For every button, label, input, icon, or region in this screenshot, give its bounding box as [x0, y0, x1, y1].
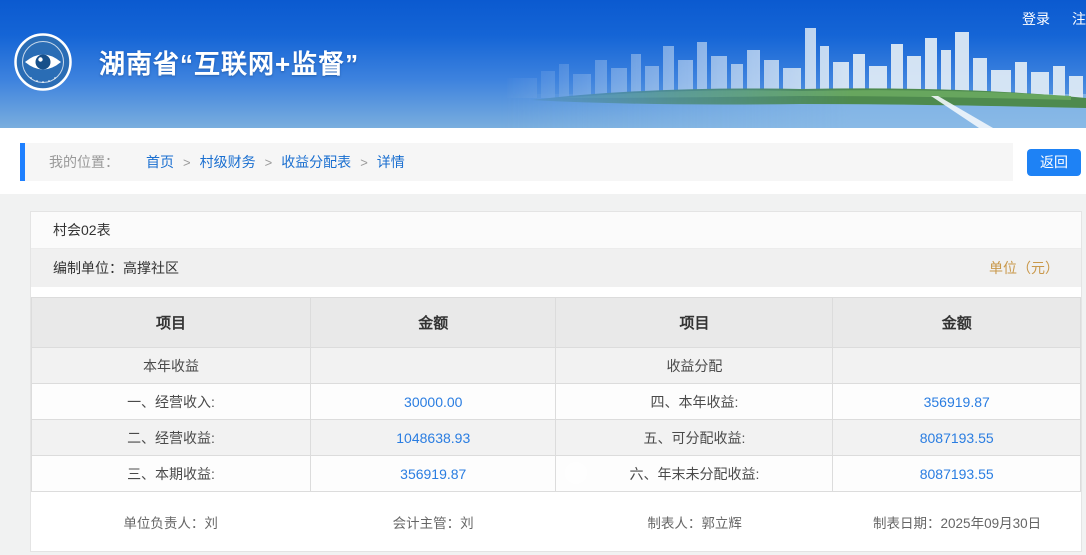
cell-amount: 356919.87 — [311, 456, 556, 492]
table-row: 本年收益 收益分配 — [32, 348, 1081, 384]
col-header-item-right: 项目 — [556, 298, 833, 348]
tabulator: 制表人：郭立辉 — [556, 512, 833, 532]
table-row: 一、经营收入: 30000.00 四、本年收益: 356919.87 — [32, 384, 1081, 420]
breadcrumb-separator: > — [265, 155, 273, 170]
login-link[interactable]: 登录 — [1022, 9, 1050, 29]
col-header-amount-left: 金额 — [311, 298, 556, 348]
cell-item: 一、经营收入: — [32, 384, 311, 420]
unit-responsible-person: 单位负责人：刘 — [31, 512, 310, 532]
accounting-supervisor: 会计主管：刘 — [310, 512, 556, 532]
cell-item: 二、经营收益: — [32, 420, 311, 456]
cityscape-image — [501, 16, 1086, 128]
table-row: 二、经营收益: 1048638.93 五、可分配收益: 8087193.55 — [32, 420, 1081, 456]
breadcrumb-link-income-distribution[interactable]: 收益分配表 — [281, 152, 351, 172]
cell-amount: 8087193.55 — [833, 420, 1081, 456]
breadcrumb-label: 我的位置： — [49, 152, 119, 172]
site-header: 登录 注册 湖南省“互联网+监督” — [0, 0, 1086, 128]
table-header-row: 项目 金额 项目 金额 — [32, 298, 1081, 348]
tabulation-date: 制表日期：2025年09月30日 — [833, 512, 1081, 532]
breadcrumb-separator: > — [183, 155, 191, 170]
breadcrumb-separator: > — [360, 155, 368, 170]
cell-amount: 30000.00 — [311, 384, 556, 420]
cell-amount: 8087193.55 — [833, 456, 1081, 492]
currency-unit-label: 单位（元） — [989, 258, 1059, 278]
breadcrumb-link-village-finance[interactable]: 村级财务 — [200, 152, 256, 172]
cell-amount — [311, 348, 556, 384]
cell-item: 三、本期收益: — [32, 456, 311, 492]
content-section: 村会02表 编制单位：高撑社区 单位（元） 项目 金额 项目 金额 本年收益 收… — [0, 194, 1086, 555]
prepared-by-label: 编制单位：高撑社区 — [53, 258, 179, 278]
spacer — [31, 287, 1081, 297]
signature-row: 单位负责人：刘 会计主管：刘 制表人：郭立辉 制表日期：2025年09月30日 — [31, 492, 1081, 551]
cell-amount — [833, 348, 1081, 384]
income-distribution-table: 项目 金额 项目 金额 本年收益 收益分配 一、经营收入: 30000.00 四… — [31, 297, 1081, 492]
col-header-amount-right: 金额 — [833, 298, 1081, 348]
eye-logo-icon — [14, 33, 72, 91]
report-panel: 村会02表 编制单位：高撑社区 单位（元） 项目 金额 项目 金额 本年收益 收… — [30, 211, 1082, 552]
cell-item: 六、年末未分配收益: — [556, 456, 833, 492]
register-link[interactable]: 注册 — [1072, 9, 1086, 29]
site-title: 湖南省“互联网+监督” — [99, 44, 359, 81]
report-title: 村会02表 — [31, 212, 1081, 249]
breadcrumb: 我的位置： 首页 > 村级财务 > 收益分配表 > 详情 — [20, 143, 1013, 181]
report-meta-row: 编制单位：高撑社区 单位（元） — [31, 249, 1081, 287]
col-header-item-left: 项目 — [32, 298, 311, 348]
cell-item: 收益分配 — [556, 348, 833, 384]
breadcrumb-section: 我的位置： 首页 > 村级财务 > 收益分配表 > 详情 返回 — [0, 128, 1086, 194]
cell-item: 四、本年收益: — [556, 384, 833, 420]
cell-item: 本年收益 — [32, 348, 311, 384]
brand: 湖南省“互联网+监督” — [14, 33, 359, 91]
back-button[interactable]: 返回 — [1027, 149, 1081, 176]
cell-item: 五、可分配收益: — [556, 420, 833, 456]
breadcrumb-link-home[interactable]: 首页 — [146, 152, 174, 172]
cell-amount: 356919.87 — [833, 384, 1081, 420]
breadcrumb-link-detail[interactable]: 详情 — [377, 152, 405, 172]
topbar-account-links: 登录 注册 — [1022, 9, 1086, 29]
cell-amount: 1048638.93 — [311, 420, 556, 456]
table-row: 三、本期收益: 356919.87 六、年末未分配收益: 8087193.55 — [32, 456, 1081, 492]
